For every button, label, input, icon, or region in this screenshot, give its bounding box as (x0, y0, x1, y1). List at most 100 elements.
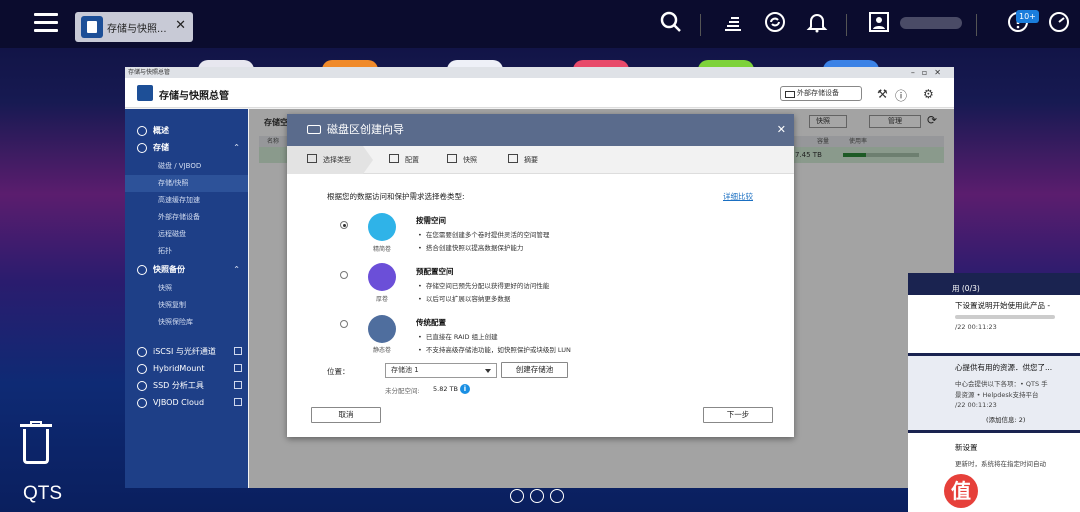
notification-time: /22 00:11:23 (955, 323, 997, 331)
radio-thin-volume[interactable] (340, 221, 348, 229)
settings-gear-icon[interactable]: ⚙ (923, 87, 934, 101)
option-line: 存储空间已预先分配以获得更好的访问性能 (418, 280, 550, 290)
step-label: 快照 (463, 156, 477, 164)
thick-volume-icon (368, 263, 396, 291)
wizard-steps: 选择类型 配置 快照 摘要 (287, 146, 794, 174)
notification-card[interactable]: 下设置说明开始使用此产品 - /22 00:11:23 (908, 295, 1080, 353)
sidebar-label: VJBOD Cloud (153, 398, 205, 407)
window-header: 存储与快照总管 外部存储设备 ⚒ ⓘ ⚙ (125, 78, 954, 108)
radio-thick-volume[interactable] (340, 271, 348, 279)
storage-app-icon (81, 16, 103, 38)
notification-bell-icon[interactable] (803, 10, 831, 38)
static-volume-icon (368, 315, 396, 343)
close-icon[interactable]: ✕ (777, 114, 786, 146)
snapshot-backup-icon (137, 265, 147, 275)
option-title: 预配置空间 (416, 267, 454, 276)
step-summary: 摘要 (508, 146, 538, 174)
dialog-titlebar: 磁盘区创建向导 ✕ (287, 114, 794, 146)
sync-icon[interactable] (761, 10, 789, 38)
chevron-up-icon[interactable]: ⌃ (233, 139, 240, 156)
option-title: 传统配置 (416, 318, 446, 327)
option-caption: 精简卷 (372, 246, 391, 253)
close-tab-icon[interactable]: ✕ (175, 18, 186, 33)
recycle-bin-icon[interactable] (18, 421, 54, 465)
notification-text: 心提供有用的资源．供您了... (955, 363, 1053, 372)
sidebar-item-snapshot-replica[interactable]: 快照复制 (125, 297, 248, 314)
watermark-text: 什么值得买 (984, 479, 1080, 508)
create-storage-pool-button[interactable]: 创建存储池 (501, 362, 568, 378)
detail-compare-link[interactable]: 详细比较 (723, 191, 753, 202)
taskbar: 存储与快照... ✕ 10+ (0, 0, 1080, 48)
help-icon[interactable]: ⓘ (895, 87, 907, 104)
location-select[interactable]: 存储池 1 (385, 363, 497, 378)
sidebar-item-snapshot-vault[interactable]: 快照保险库 (125, 314, 248, 331)
sidebar-item-ssd-profiling[interactable]: SSD 分析工具 (125, 377, 248, 394)
sidebar-item-topology[interactable]: 拓扑 (125, 243, 248, 260)
next-button[interactable]: 下一步 (703, 407, 773, 423)
sidebar-label: 概述 (153, 126, 169, 135)
sidebar-item-disks[interactable]: 磁盘 / VJBOD (125, 158, 248, 175)
disk-icon (307, 125, 321, 134)
dock-icon[interactable] (550, 489, 564, 503)
username[interactable] (900, 17, 962, 29)
notification-badge: 10+ (1016, 10, 1039, 23)
ssd-icon (137, 381, 147, 391)
option-line: 搭合创建快照以提高数据保护能力 (418, 242, 524, 252)
step-label: 配置 (405, 156, 419, 164)
notification-more[interactable]: (添加信息: 2) (986, 414, 1025, 424)
notification-text: 新设置 (955, 443, 978, 452)
search-icon[interactable] (657, 10, 685, 38)
sidebar-item-snapshot-backup[interactable]: 快照备份 ⌃ (125, 261, 248, 278)
sidebar-label: HybridMount (153, 364, 205, 373)
info-icon[interactable]: i (460, 384, 470, 394)
dialog-body: 根据您的数据访问和保护需求选择卷类型: 详细比较 精简卷 按需空间 在您需要创建… (287, 174, 794, 437)
resource-monitor-icon[interactable] (1045, 10, 1073, 38)
window-title: 存储与快照总管 (159, 91, 229, 102)
sidebar-item-remote-disk[interactable]: 远程磁盘 (125, 226, 248, 243)
radio-static-volume[interactable] (340, 320, 348, 328)
sidebar-item-overview[interactable]: 概述 (125, 122, 248, 139)
window-titlebar[interactable]: 存储与快照总管 –▫✕ (125, 67, 954, 78)
sidebar-label: 快照备份 (153, 265, 185, 274)
user-icon[interactable] (865, 10, 893, 38)
sidebar-item-snapshot[interactable]: 快照 (125, 280, 248, 297)
sidebar-label: 存储 (153, 143, 169, 152)
thin-volume-icon (368, 213, 396, 241)
step-snapshot: 快照 (447, 146, 477, 174)
sidebar-item-external[interactable]: 外部存储设备 (125, 209, 248, 226)
window-controls[interactable]: –▫✕ (911, 67, 948, 78)
chevron-up-icon[interactable]: ⌃ (233, 261, 240, 278)
free-space-label: 未分配空间: (385, 387, 420, 395)
option-line: 在您需要创建多个卷时提供灵活的空间管理 (418, 229, 550, 239)
sidebar-item-storage-snapshots[interactable]: 存储/快照 (125, 175, 248, 192)
sidebar-item-vjbod-cloud[interactable]: VJBOD Cloud (125, 394, 248, 411)
sidebar-item-cache[interactable]: 高速缓存加速 (125, 192, 248, 209)
option-caption: 静态卷 (372, 347, 391, 354)
sidebar-item-iscsi[interactable]: iSCSI 与光纤通道 (125, 343, 248, 360)
dock-icon[interactable] (530, 489, 544, 503)
sidebar-item-hybridmount[interactable]: HybridMount (125, 360, 248, 377)
sidebar-item-storage[interactable]: 存储 ⌃ (125, 139, 248, 156)
location-label: 位置： (327, 367, 350, 376)
notification-line: 更新时，系统将在指定时间自动 (955, 460, 1046, 468)
list-icon (307, 154, 317, 163)
external-device-dropdown[interactable]: 外部存储设备 (780, 86, 862, 101)
app-tab-storage[interactable]: 存储与快照... ✕ (75, 12, 193, 42)
external-link-icon (234, 398, 242, 406)
background-tasks-icon[interactable] (719, 10, 747, 38)
menu-icon[interactable] (34, 13, 58, 35)
external-link-icon (234, 347, 242, 355)
step-label: 摘要 (524, 156, 538, 164)
option-line: 已直接在 RAID 组上创建 (418, 331, 498, 341)
option-caption: 厚卷 (375, 296, 388, 303)
storage-app-logo-icon (137, 85, 153, 101)
tools-icon[interactable]: ⚒ (877, 87, 888, 101)
dock-icon[interactable] (510, 489, 524, 503)
app-tab-label: 存储与快照... (107, 24, 167, 35)
watermark: 值 什么值得买 (944, 474, 1080, 510)
cloud-icon (137, 398, 147, 408)
notification-line: 景资源 • Helpdesk支持平台 (955, 391, 1039, 399)
cancel-button[interactable]: 取消 (311, 407, 381, 423)
notification-card[interactable]: 心提供有用的资源．供您了... 中心会提供以下各项：• QTS 手 景资源 • … (908, 356, 1080, 430)
qts-logo: QTS (23, 483, 63, 504)
